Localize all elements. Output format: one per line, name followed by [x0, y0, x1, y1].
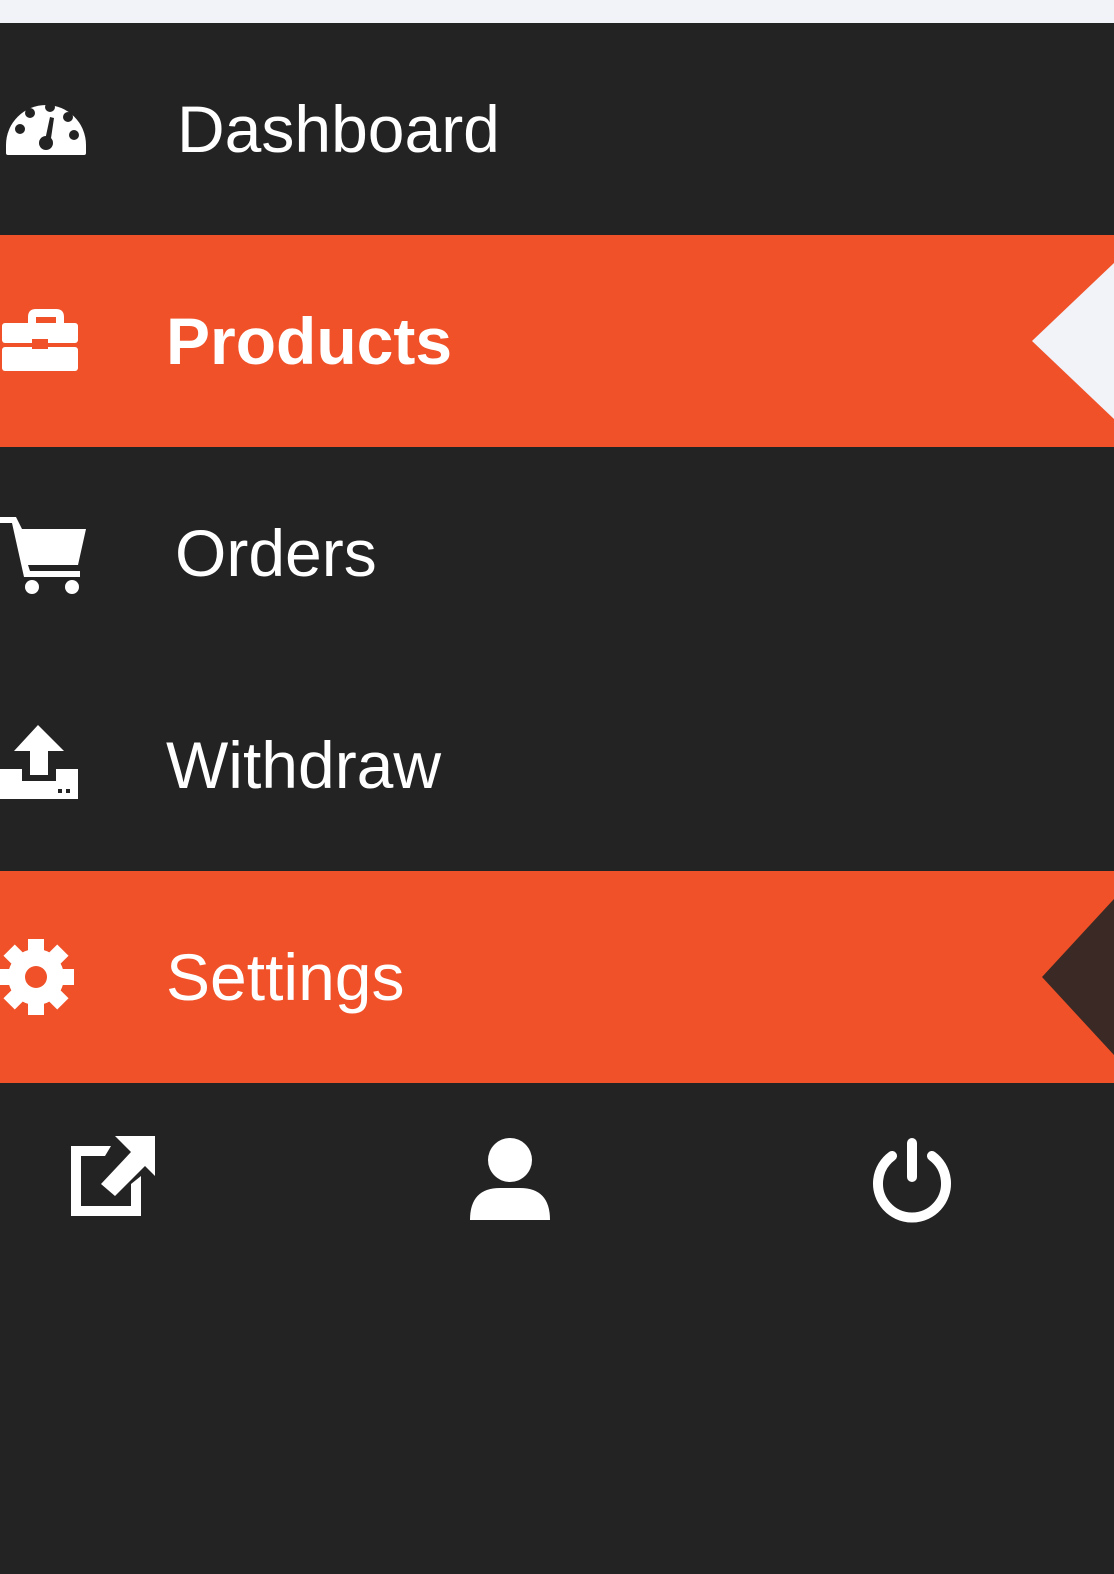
sidebar-footer: [0, 1130, 1114, 1280]
upload-icon: [0, 719, 92, 811]
sidebar-item-orders[interactable]: Orders: [0, 447, 1114, 659]
sidebar-item-label: Dashboard: [177, 92, 500, 166]
sidebar-item-dashboard[interactable]: Dashboard: [0, 23, 1114, 235]
dashboard-gauge-icon: [0, 83, 92, 175]
active-indicator-arrow: [1032, 263, 1114, 419]
page: Dashboard Products Orders Withdraw Setti…: [0, 0, 1114, 1574]
briefcase-icon: [0, 295, 92, 387]
sidebar-item-withdraw[interactable]: Withdraw: [0, 659, 1114, 871]
sidebar-item-label: Products: [166, 304, 453, 378]
sidebar-item-label: Withdraw: [166, 728, 442, 802]
power-icon[interactable]: [862, 1130, 962, 1230]
sidebar-item-products[interactable]: Products: [0, 235, 1114, 447]
sidebar-item-label: Settings: [166, 940, 405, 1014]
sidebar-item-settings[interactable]: Settings: [0, 871, 1114, 1083]
user-icon[interactable]: [460, 1130, 560, 1230]
shopping-cart-icon: [0, 507, 92, 599]
top-strip: [0, 0, 1114, 23]
gear-icon: [0, 931, 92, 1023]
external-link-icon[interactable]: [65, 1130, 165, 1230]
hover-indicator-arrow: [1042, 899, 1114, 1055]
sidebar: Dashboard Products Orders Withdraw Setti…: [0, 23, 1114, 1574]
sidebar-item-label: Orders: [175, 516, 377, 590]
sidebar-menu: Dashboard Products Orders Withdraw Setti…: [0, 23, 1114, 1083]
